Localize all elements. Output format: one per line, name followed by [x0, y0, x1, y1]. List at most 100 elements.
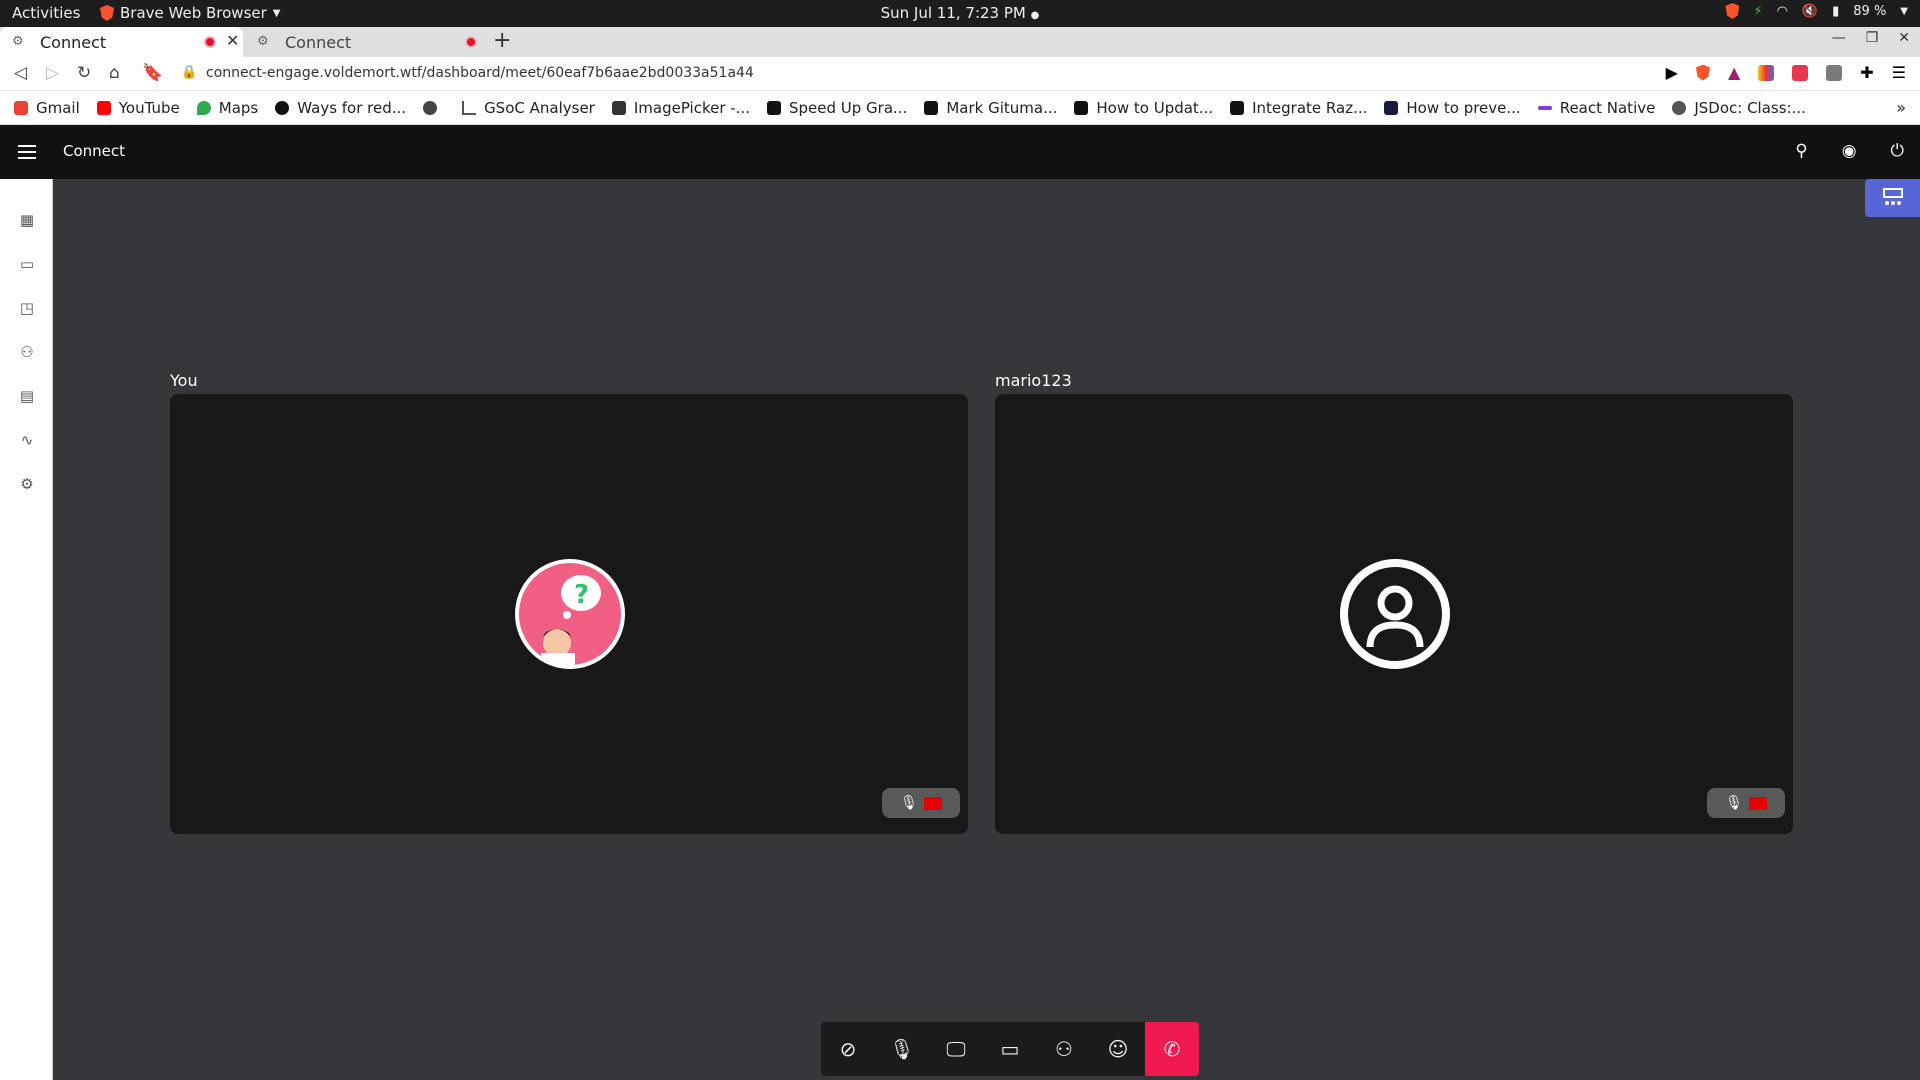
chat-icon: ▭: [1000, 1037, 1020, 1061]
restore-icon[interactable]: ❐: [1866, 30, 1879, 46]
address-bar-row: ◁ ▷ ↻ ⌂ 🔖 🔒 connect-engage.voldemort.wtf…: [0, 57, 1920, 91]
brave-shields-icon[interactable]: [1695, 64, 1710, 81]
volume-muted-icon[interactable]: 🔇: [1802, 4, 1818, 19]
reload-icon[interactable]: ↻: [77, 63, 91, 83]
more-bookmarks-icon[interactable]: »: [1896, 98, 1906, 117]
bookmark-icon[interactable]: 🔖: [142, 63, 163, 83]
clock-container: Sun Jul 11, 7:23 PM ●: [0, 4, 1920, 22]
system-tray[interactable]: ⚡ ◠ 🔇 ▮ 89 % ▼: [1725, 3, 1908, 19]
camera-in-use-icon[interactable]: ▶: [1666, 63, 1678, 82]
battery-level: 89 %: [1853, 3, 1887, 19]
notification-dot-icon: ●: [1030, 10, 1040, 21]
bookmark-label: JSDoc: Class:...: [1694, 98, 1806, 117]
bookmark-label: GSoC Analyser: [484, 98, 595, 117]
back-icon[interactable]: ◁: [14, 63, 27, 83]
sidebar-chat-icon[interactable]: ◳: [17, 298, 37, 318]
brave-tray-icon[interactable]: [1725, 3, 1740, 19]
call-controls: ⊘ 🎙 🖵 ▭ ⚇ ☺ ✆: [821, 1022, 1199, 1076]
extension-gray-icon[interactable]: [1826, 64, 1843, 81]
close-tab-icon[interactable]: ✕: [226, 31, 239, 50]
system-menu-chevron-icon[interactable]: ▼: [1900, 6, 1908, 17]
close-window-icon[interactable]: ✕: [1898, 30, 1910, 46]
dev-icon: [1074, 100, 1089, 115]
bookmark-item[interactable]: Ways for red...: [275, 99, 406, 117]
minimize-icon[interactable]: —: [1832, 30, 1846, 46]
bookmark-label: YouTube: [118, 98, 180, 117]
bookmarks-bar: Gmail YouTube Maps Ways for red... GSoC …: [0, 91, 1920, 125]
dots-icon: [1537, 105, 1552, 110]
bookmark-item[interactable]: React Native: [1537, 98, 1656, 117]
bookmark-label: Integrate Raz...: [1252, 98, 1368, 117]
globe-icon: [1672, 100, 1687, 115]
address-bar-actions: ▶ ▲ ✚ ☰: [1666, 63, 1906, 82]
video-tile-you[interactable]: ? 🎙: [170, 394, 968, 834]
site-icon: [1384, 100, 1399, 115]
recording-indicator-icon: [465, 36, 477, 48]
bookmark-item[interactable]: Speed Up Gra...: [766, 98, 908, 117]
globe-icon: [423, 100, 438, 115]
connect-favicon-icon: ⚙: [12, 34, 24, 49]
menu-icon[interactable]: [18, 145, 36, 163]
brave-icon: [100, 5, 114, 21]
layout-toggle-button[interactable]: [1865, 179, 1920, 217]
bookmark-label: Maps: [218, 98, 259, 117]
bookmark-label: React Native: [1559, 98, 1656, 117]
bookmark-item[interactable]: GSoC Analyser: [462, 99, 595, 117]
power-manager-icon[interactable]: ⚡: [1753, 4, 1762, 19]
tab-connect[interactable]: ⚙ Connect: [245, 27, 485, 57]
app-menu[interactable]: Brave Web Browser ▼: [100, 4, 280, 22]
os-top-bar: Activities Brave Web Browser ▼ Sun Jul 1…: [0, 0, 1920, 27]
video-tile-mario[interactable]: 🎙: [995, 394, 1793, 834]
bookmark-label: How to Updat...: [1096, 98, 1214, 117]
extension-red-icon[interactable]: [1792, 64, 1809, 81]
bookmark-item[interactable]: How to preve...: [1384, 98, 1521, 117]
bookmark-label: Speed Up Gra...: [788, 98, 908, 117]
share-screen-button[interactable]: 🖵: [929, 1022, 983, 1076]
site-icon: [611, 100, 626, 115]
chat-button[interactable]: ▭: [983, 1022, 1037, 1076]
reactions-button[interactable]: ☺: [1091, 1022, 1145, 1076]
sidebar-dashboard-icon[interactable]: ▦: [17, 210, 37, 230]
end-call-button[interactable]: ✆: [1145, 1022, 1199, 1076]
brave-rewards-icon[interactable]: ▲: [1728, 63, 1740, 82]
activities-button[interactable]: Activities: [12, 4, 80, 22]
bookmark-item[interactable]: YouTube: [96, 98, 180, 117]
wifi-icon[interactable]: ◠: [1777, 4, 1788, 19]
bookmark-item[interactable]: ImagePicker -...: [611, 99, 750, 117]
bookmark-label: How to preve...: [1406, 98, 1521, 117]
forward-icon[interactable]: ▷: [46, 63, 59, 83]
grid-layout-icon: [1882, 188, 1903, 205]
bookmark-item[interactable]: Maps: [196, 98, 259, 117]
search-icon[interactable]: ⚲: [1795, 141, 1807, 161]
account-icon[interactable]: ◉: [1842, 141, 1857, 161]
emoji-add-icon: ☺: [1107, 1037, 1129, 1061]
new-tab-button[interactable]: +: [493, 28, 511, 53]
clock[interactable]: Sun Jul 11, 7:23 PM: [881, 4, 1026, 22]
bookmark-item[interactable]: How to Updat...: [1074, 99, 1213, 117]
bookmark-item[interactable]: [423, 100, 445, 115]
toggle-mic-button[interactable]: 🎙: [875, 1022, 929, 1076]
sidebar-video-icon[interactable]: ▭: [17, 254, 37, 274]
participants-button[interactable]: ⚇: [1037, 1022, 1091, 1076]
sidebar-calendar-icon[interactable]: ▤: [17, 386, 37, 406]
extensions-puzzle-icon[interactable]: ✚: [1860, 63, 1873, 82]
lock-icon[interactable]: 🔒: [181, 65, 197, 80]
toggle-camera-button[interactable]: ⊘: [821, 1022, 875, 1076]
people-icon: ⚇: [1055, 1037, 1073, 1061]
tab-connect-active[interactable]: ⚙ Connect ✕: [0, 27, 243, 57]
url-field[interactable]: connect-engage.voldemort.wtf/dashboard/m…: [206, 65, 754, 81]
sidebar-settings-icon[interactable]: ⚙: [17, 474, 37, 494]
browser-menu-icon[interactable]: ☰: [1892, 63, 1906, 82]
extension-colorful-icon[interactable]: [1758, 64, 1775, 81]
bookmark-item[interactable]: Integrate Raz...: [1230, 99, 1367, 117]
bookmark-item[interactable]: Mark Gituma...: [924, 99, 1057, 117]
medium-icon: [924, 100, 939, 115]
bookmark-item[interactable]: Gmail: [14, 99, 80, 117]
sidebar-people-icon[interactable]: ⚇: [17, 342, 37, 362]
hang-up-icon: ✆: [1163, 1037, 1181, 1061]
battery-icon[interactable]: ▮: [1832, 4, 1839, 19]
home-icon[interactable]: ⌂: [109, 63, 120, 83]
sidebar-activity-icon[interactable]: ∿: [17, 430, 37, 450]
power-icon[interactable]: ⏻: [1891, 141, 1904, 161]
bookmark-item[interactable]: JSDoc: Class:...: [1672, 99, 1806, 117]
